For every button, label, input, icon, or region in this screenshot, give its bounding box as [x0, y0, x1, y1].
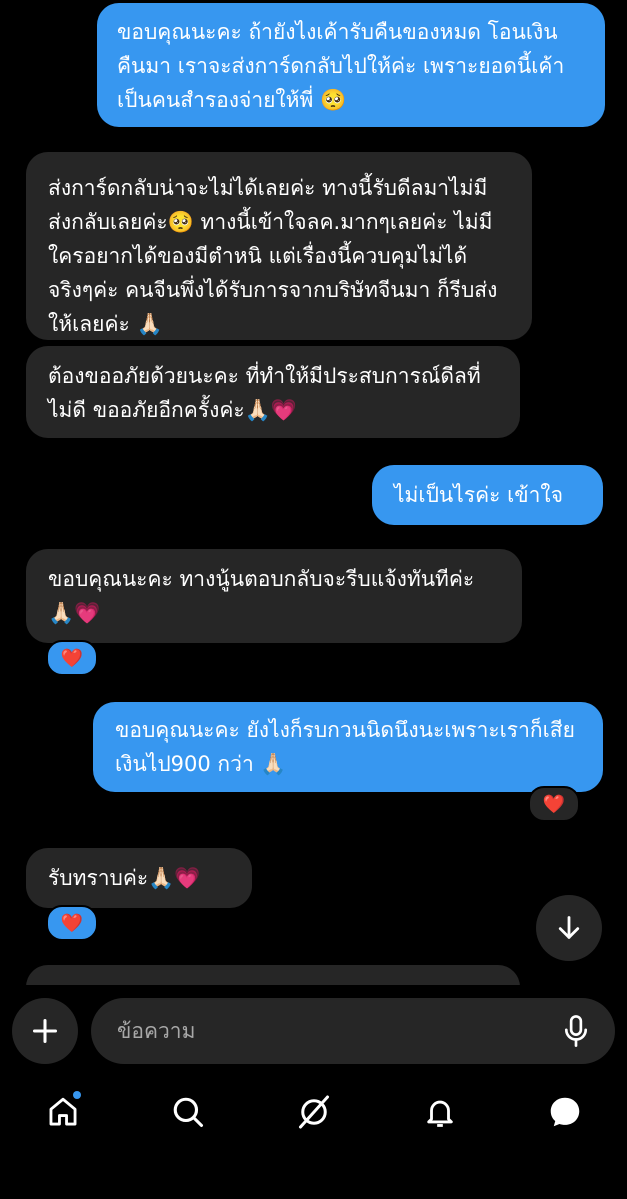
search-icon: [173, 1097, 204, 1128]
arrow-down-icon: [558, 916, 580, 939]
tab-messages[interactable]: [535, 1082, 595, 1142]
message-bubble-incoming[interactable]: ขอบคุณนะคะ ทางนู้นตอบกลับจะรีบแจ้งทันทีค…: [26, 549, 522, 643]
message-bubble-outgoing[interactable]: ขอบคุณนะคะ ยังไงก็รบกวนนิดนึงนะเพราะเราก…: [93, 702, 603, 792]
message-bubble-incoming[interactable]: ต้องขออภัยด้วยนะคะ ที่ทำให้มีประสบการณ์ด…: [26, 346, 520, 438]
message-input-placeholder: ข้อความ: [117, 1018, 196, 1043]
messages-icon: [550, 1097, 580, 1127]
message-bubble-outgoing[interactable]: ไม่เป็นไรค่ะ เข้าใจ: [372, 465, 603, 525]
heart-icon: ❤️: [60, 912, 84, 934]
explore-icon: [299, 1095, 329, 1129]
add-attachment-button[interactable]: [12, 998, 78, 1064]
message-input[interactable]: ข้อความ: [91, 998, 615, 1064]
microphone-icon: [564, 1015, 588, 1047]
heart-reaction[interactable]: ❤️: [528, 786, 580, 822]
tab-search[interactable]: [158, 1082, 218, 1142]
heart-icon: ❤️: [60, 647, 84, 669]
home-icon: [49, 1097, 77, 1126]
notifications-icon: [427, 1100, 453, 1127]
plus-icon: [32, 1018, 58, 1044]
bottom-navigation: [0, 1082, 627, 1142]
message-bubble-incoming[interactable]: ส่งการ์ดกลับน่าจะไม่ได้เลยค่ะ ทางนี้รับด…: [26, 152, 532, 340]
scroll-to-bottom-button[interactable]: [536, 895, 602, 961]
tab-explore[interactable]: [284, 1082, 344, 1142]
message-bubble-incoming[interactable]: รับทราบค่ะ🙏🏻💗: [26, 848, 252, 908]
microphone-button[interactable]: [561, 1014, 591, 1052]
tab-notifications[interactable]: [410, 1082, 470, 1142]
unread-dot: [73, 1091, 81, 1099]
heart-icon: ❤️: [542, 793, 566, 815]
tab-home[interactable]: [33, 1082, 93, 1142]
heart-reaction[interactable]: ❤️: [46, 640, 98, 676]
message-bubble-outgoing[interactable]: ขอบคุณนะคะ ถ้ายังไงเค้ารับคืนของหมด โอนเ…: [97, 3, 605, 127]
heart-reaction[interactable]: ❤️: [46, 905, 98, 941]
